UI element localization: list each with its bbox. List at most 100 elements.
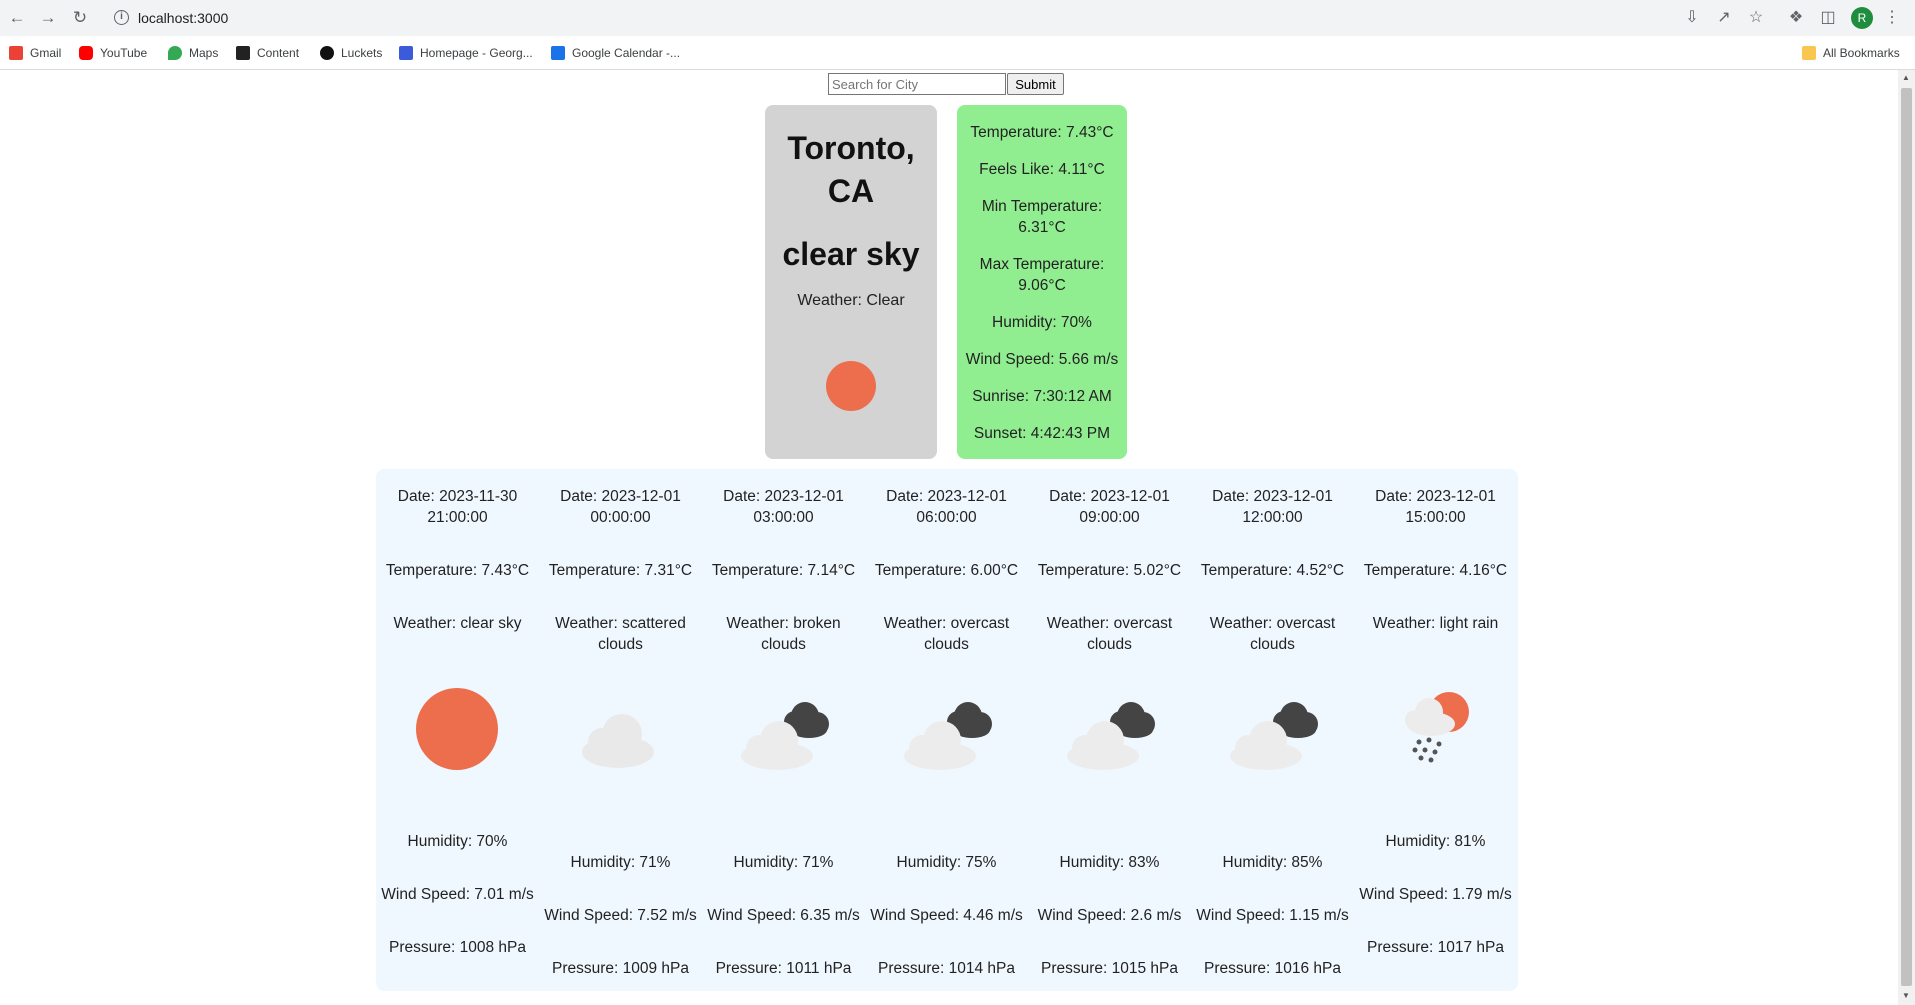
weather-main: Weather: Clear bbox=[797, 292, 905, 309]
current-stats-card: Temperature: 7.43°C Feels Like: 4.11°C M… bbox=[957, 105, 1127, 459]
submit-button[interactable]: Submit bbox=[1007, 73, 1064, 95]
bookmark-gmail[interactable]: Gmail bbox=[9, 44, 61, 62]
forecast-pressure: Pressure: 1016 hPa bbox=[1203, 960, 1341, 977]
scroll-down-icon[interactable]: ▼ bbox=[1902, 991, 1910, 1000]
install-app-icon[interactable]: ⇩ bbox=[1682, 8, 1702, 28]
forecast-humidity: Humidity: 85% bbox=[1222, 854, 1323, 871]
share-icon[interactable]: ↗ bbox=[1714, 8, 1734, 28]
forward-arrow-icon[interactable]: → bbox=[37, 7, 59, 29]
bookmark-maps[interactable]: Maps bbox=[168, 44, 218, 62]
city-search-input[interactable] bbox=[828, 73, 1006, 95]
forecast-humidity: Humidity: 75% bbox=[896, 854, 997, 871]
maps-icon bbox=[168, 46, 182, 60]
forecast-wind: Wind Speed: 7.52 m/s bbox=[544, 907, 697, 924]
forecast-pressure: Pressure: 1014 hPa bbox=[877, 960, 1015, 977]
wind-stat: Wind Speed: 5.66 m/s bbox=[965, 351, 1119, 368]
forecast-date: Date: 2023-11-30 21:00:00 bbox=[397, 488, 518, 526]
search-form: Submit bbox=[828, 73, 1064, 95]
scrollbar-thumb[interactable] bbox=[1901, 88, 1912, 986]
forecast-weather: Weather: broken clouds bbox=[726, 615, 841, 653]
bookmark-youtube[interactable]: YouTube bbox=[79, 44, 147, 62]
forecast-humidity: Humidity: 71% bbox=[733, 854, 834, 871]
broken-clouds-icon bbox=[741, 702, 829, 770]
forecast-temperature: Temperature: 7.43°C bbox=[385, 562, 530, 579]
forecast-wind: Wind Speed: 1.79 m/s bbox=[1359, 886, 1512, 903]
forecast-wind: Wind Speed: 6.35 m/s bbox=[707, 907, 860, 924]
calendar-icon bbox=[551, 46, 565, 60]
forecast-date: Date: 2023-12-01 06:00:00 bbox=[886, 488, 1007, 526]
reload-icon[interactable]: ↻ bbox=[69, 7, 91, 29]
forecast-temperature: Temperature: 6.00°C bbox=[874, 562, 1019, 579]
sunset-stat: Sunset: 4:42:43 PM bbox=[973, 425, 1111, 442]
humidity-stat: Humidity: 70% bbox=[992, 314, 1092, 331]
bookmark-homepage[interactable]: Homepage - Georg... bbox=[399, 44, 533, 62]
browser-toolbar: ← → ↻ i localhost:3000 ⇩ ↗ ☆ ❖ ◫ R ⋮ bbox=[0, 0, 1915, 36]
max-temp-stat: Max Temperature: 9.06°C bbox=[979, 256, 1105, 294]
forecast-wind: Wind Speed: 7.01 m/s bbox=[381, 886, 534, 903]
forecast-weather: Weather: clear sky bbox=[393, 615, 522, 632]
weather-description: clear sky bbox=[782, 236, 920, 272]
extensions-icon[interactable]: ❖ bbox=[1786, 8, 1806, 28]
overcast-clouds-icon bbox=[1230, 702, 1318, 770]
forecast-weather: Weather: overcast clouds bbox=[1046, 615, 1173, 653]
temperature-stat: Temperature: 7.43°C bbox=[970, 124, 1114, 141]
forecast-pressure: Pressure: 1017 hPa bbox=[1366, 939, 1504, 956]
forecast-wind: Wind Speed: 4.46 m/s bbox=[870, 907, 1023, 924]
scattered-clouds-icon bbox=[582, 714, 654, 768]
forecast-panel: Date: 2023-11-30 21:00:00 Temperature: 7.… bbox=[376, 469, 1518, 991]
forecast-pressure: Pressure: 1015 hPa bbox=[1040, 960, 1178, 977]
forecast-weather: Weather: light rain bbox=[1372, 615, 1499, 632]
sun-icon bbox=[826, 361, 876, 411]
scroll-up-icon[interactable]: ▲ bbox=[1902, 73, 1910, 82]
forecast-pressure: Pressure: 1011 hPa bbox=[715, 960, 852, 977]
forecast-pressure: Pressure: 1009 hPa bbox=[551, 960, 689, 977]
all-bookmarks[interactable]: All Bookmarks bbox=[1802, 44, 1900, 62]
bookmarks-bar: Gmail YouTube Maps Content Luckets Homep… bbox=[0, 36, 1915, 70]
forecast-weather: Weather: overcast clouds bbox=[1209, 615, 1336, 653]
homepage-icon bbox=[399, 46, 413, 60]
forecast-humidity: Humidity: 71% bbox=[570, 854, 671, 871]
forecast-humidity: Humidity: 81% bbox=[1385, 833, 1486, 850]
gmail-icon bbox=[9, 46, 23, 60]
forecast-temperature: Temperature: 7.14°C bbox=[711, 562, 856, 579]
menu-kebab-icon[interactable]: ⋮ bbox=[1882, 8, 1902, 28]
forecast-wind: Wind Speed: 2.6 m/s bbox=[1037, 907, 1182, 924]
forecast-humidity: Humidity: 83% bbox=[1059, 854, 1160, 871]
forecast-humidity: Humidity: 70% bbox=[407, 833, 508, 850]
youtube-icon bbox=[79, 46, 93, 60]
forecast-weather: Weather: overcast clouds bbox=[883, 615, 1010, 653]
luckets-icon bbox=[320, 46, 334, 60]
address-bar[interactable]: i localhost:3000 bbox=[104, 3, 1674, 33]
forecast-date: Date: 2023-12-01 00:00:00 bbox=[560, 488, 681, 526]
content-icon bbox=[236, 46, 250, 60]
profile-avatar[interactable]: R bbox=[1851, 7, 1873, 29]
forecast-date: Date: 2023-12-01 12:00:00 bbox=[1212, 488, 1333, 526]
folder-icon bbox=[1802, 46, 1816, 60]
bookmark-star-icon[interactable]: ☆ bbox=[1746, 8, 1766, 28]
forecast-date: Date: 2023-12-01 15:00:00 bbox=[1375, 488, 1496, 526]
forecast-temperature: Temperature: 4.16°C bbox=[1363, 562, 1508, 579]
site-info-icon[interactable]: i bbox=[114, 10, 129, 25]
bookmark-google-calendar[interactable]: Google Calendar -... bbox=[551, 44, 680, 62]
page-scrollbar[interactable]: ▲ ▼ bbox=[1898, 70, 1915, 1005]
overcast-clouds-icon bbox=[904, 702, 992, 770]
forecast-wind: Wind Speed: 1.15 m/s bbox=[1196, 907, 1349, 924]
side-panel-icon[interactable]: ◫ bbox=[1818, 8, 1838, 28]
clear-sky-icon bbox=[416, 688, 498, 770]
forecast-date: Date: 2023-12-01 09:00:00 bbox=[1049, 488, 1170, 526]
city-name: Toronto, CA bbox=[787, 130, 915, 209]
forecast-temperature: Temperature: 4.52°C bbox=[1200, 562, 1345, 579]
forecast-date: Date: 2023-12-01 03:00:00 bbox=[723, 488, 844, 526]
forecast-temperature: Temperature: 7.31°C bbox=[548, 562, 693, 579]
bookmark-luckets[interactable]: Luckets bbox=[320, 44, 382, 62]
bookmark-content[interactable]: Content bbox=[236, 44, 299, 62]
overcast-clouds-icon bbox=[1067, 702, 1155, 770]
forecast-pressure: Pressure: 1008 hPa bbox=[388, 939, 526, 956]
min-temp-stat: Min Temperature: 6.31°C bbox=[981, 198, 1103, 236]
forecast-temperature: Temperature: 5.02°C bbox=[1037, 562, 1182, 579]
feels-like-stat: Feels Like: 4.11°C bbox=[979, 161, 1105, 178]
sunrise-stat: Sunrise: 7:30:12 AM bbox=[972, 388, 1112, 405]
current-city-card: Toronto, CA clear sky Weather: Clear bbox=[765, 105, 937, 459]
back-arrow-icon[interactable]: ← bbox=[6, 7, 28, 29]
light-rain-icon bbox=[1405, 692, 1469, 763]
